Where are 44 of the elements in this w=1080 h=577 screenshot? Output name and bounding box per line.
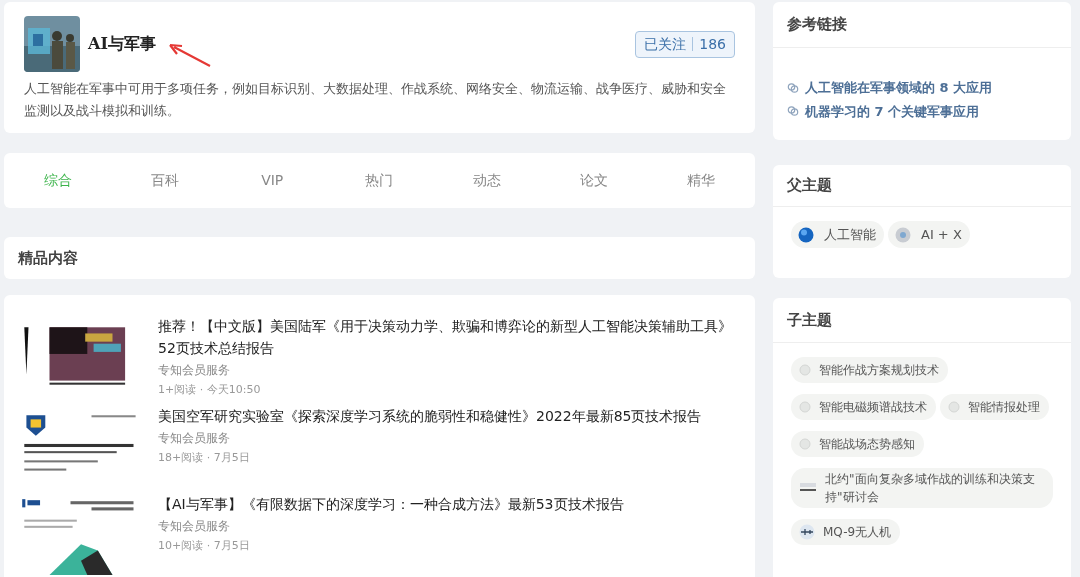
circle-icon [799, 438, 811, 450]
topic-description: 人工智能在军事中可用于多项任务，例如目标识别、大数据处理、作战系统、网络安全、物流运输、战争医疗、威胁和安全监测以及战斗模拟和训练。 [24, 80, 727, 120]
link-icon [787, 81, 799, 94]
article-meta: 10+阅读 · 7月5日 [158, 538, 251, 554]
article-title[interactable]: 【AI与军事】《有限数据下的深度学习：一种合成方法》最新53页技术报告 [158, 493, 741, 515]
tab[interactable]: 热门 [325, 170, 434, 191]
link-icon [787, 105, 799, 118]
topic-chip[interactable]: 智能情报处理 [940, 394, 1049, 420]
topic-chip[interactable]: AI + X [888, 221, 970, 248]
circle-icon [948, 401, 960, 413]
annotation-arrow [168, 42, 212, 68]
topic-chip[interactable]: 智能战场态势感知 [791, 431, 924, 457]
reference-link[interactable]: 人工智能在军事领域的 8 大应用 [805, 78, 993, 98]
follow-button[interactable]: 已关注 186 [635, 30, 735, 58]
tab[interactable]: 综合 [4, 170, 112, 191]
panel-title: 子主题 [773, 298, 1071, 343]
article-meta: 1+阅读 · 今天10:50 [158, 382, 262, 398]
tab[interactable]: 百科 [111, 170, 219, 191]
drone-icon [799, 524, 815, 540]
topic-chip[interactable]: 智能电磁频谱战技术 [791, 394, 936, 420]
panel-title: 父主题 [773, 165, 1071, 207]
tab[interactable]: 动态 [433, 170, 541, 191]
circle-icon [799, 364, 811, 376]
article-source[interactable]: 专知会员服务 [158, 361, 741, 380]
article-meta: 18+阅读 · 7月5日 [158, 450, 251, 466]
article-title[interactable]: 美国空军研究实验室《探索深度学习系统的脆弱性和稳健性》2022年最新85页技术报告 [158, 405, 741, 427]
reference-link[interactable]: 机器学习的 7 个关键军事应用 [805, 101, 980, 121]
article-source[interactable]: 专知会员服务 [158, 517, 741, 536]
circle-icon [799, 401, 811, 413]
article-title[interactable]: 推荐！【中文版】美国陆军《用于决策动力学、欺骗和博弈论的新型人工智能决策辅助工具》52页技术总结报告 [158, 315, 741, 359]
tab[interactable]: 精华 [647, 170, 755, 191]
panel-title: 参考链接 [773, 2, 1071, 48]
topic-chip[interactable]: 人工智能 [791, 221, 884, 248]
topic-title: AI与军事 [88, 33, 156, 55]
article-source[interactable]: 专知会员服务 [158, 429, 741, 448]
globe-icon [798, 226, 814, 243]
sphere-icon [895, 226, 911, 243]
topic-chip[interactable]: MQ-9无人机 [791, 519, 901, 545]
topic-chip[interactable]: 智能作战方案规划技术 [791, 357, 948, 383]
document-icon [799, 482, 817, 494]
tab[interactable]: 论文 [540, 170, 648, 191]
topic-chip[interactable]: 北约"面向复杂多域作战的训练和决策支持"研讨会 [791, 468, 1053, 508]
section-title: 精品内容 [18, 247, 78, 269]
tab[interactable]: VIP [218, 170, 326, 191]
